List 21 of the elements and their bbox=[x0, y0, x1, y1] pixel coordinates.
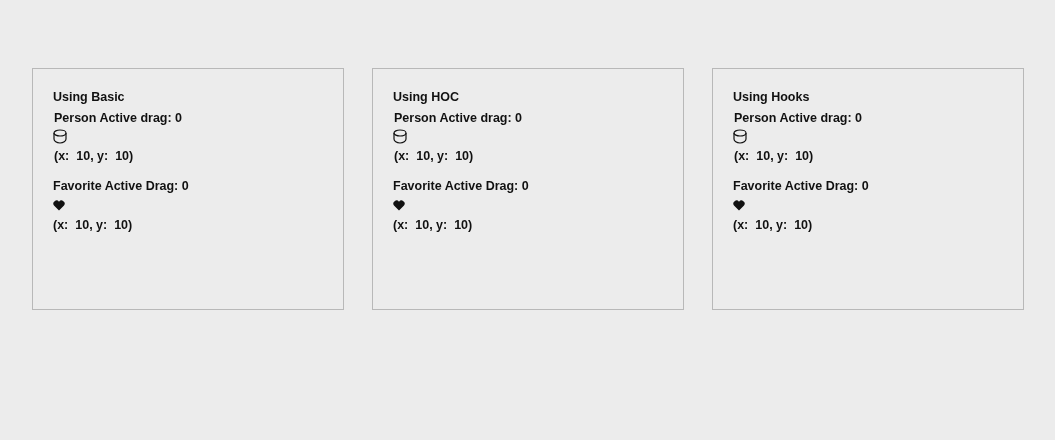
position-text: (x: 10, y: 10) bbox=[54, 148, 134, 164]
cylinder-icon[interactable] bbox=[393, 129, 407, 144]
drag-counter: Favorite Active Drag: 0 bbox=[393, 178, 529, 194]
position-text: (x: 10, y: 10) bbox=[53, 217, 133, 233]
drag-counter: Favorite Active Drag: 0 bbox=[53, 178, 189, 194]
position-text: (x: 10, y: 10) bbox=[733, 217, 813, 233]
drag-counter: Person Active drag: 0 bbox=[734, 110, 863, 126]
position-text: (x: 10, y: 10) bbox=[394, 148, 474, 164]
heart-icon[interactable] bbox=[53, 200, 65, 211]
panel-title: Using Basic bbox=[53, 89, 125, 105]
drag-counter: Favorite Active Drag: 0 bbox=[733, 178, 869, 194]
panel-title: Using HOC bbox=[393, 89, 459, 105]
position-text: (x: 10, y: 10) bbox=[393, 217, 473, 233]
cylinder-icon[interactable] bbox=[53, 129, 67, 144]
panel-title: Using Hooks bbox=[733, 89, 810, 105]
heart-icon[interactable] bbox=[393, 200, 405, 211]
heart-icon[interactable] bbox=[733, 200, 745, 211]
position-text: (x: 10, y: 10) bbox=[734, 148, 814, 164]
drag-counter: Person Active drag: 0 bbox=[54, 110, 183, 126]
drag-counter: Person Active drag: 0 bbox=[394, 110, 523, 126]
cylinder-icon[interactable] bbox=[733, 129, 747, 144]
